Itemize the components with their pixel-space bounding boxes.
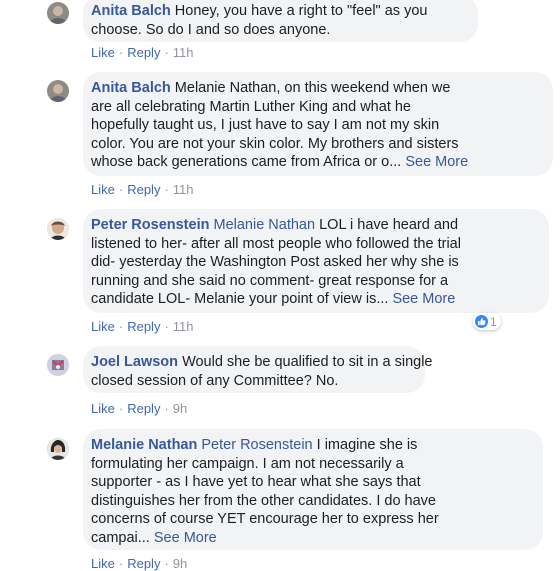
- reaction-count: 1: [490, 314, 497, 329]
- avatar[interactable]: [47, 438, 69, 460]
- avatar[interactable]: [47, 218, 69, 240]
- reply-link[interactable]: Reply: [127, 182, 160, 197]
- comment-line: distinguishes her from the other candida…: [91, 492, 436, 509]
- comment-line: campai... See More: [91, 529, 531, 548]
- comment-line: Anita Balch Honey, you have a right to "…: [91, 2, 466, 21]
- reply-link[interactable]: Reply: [127, 556, 160, 571]
- thumbs-up-icon: [475, 315, 488, 328]
- comment-line: did- yesterday the Washington Post asked…: [91, 254, 459, 270]
- see-more-link[interactable]: See More: [154, 530, 217, 546]
- comment-line: formulating her campaign. I am not neces…: [91, 455, 404, 472]
- comment-line: choose. So do I and so does anyone.: [91, 21, 331, 38]
- comment-bubble: Melanie Nathan Peter Rosenstein I imagin…: [83, 429, 543, 550]
- comment-line: whose back generations came from Africa …: [91, 153, 541, 172]
- avatar[interactable]: [47, 80, 69, 102]
- comment-line: Joel Lawson Would she be qualified to si…: [91, 353, 432, 372]
- comment-line: are all celebrating Martin Luther King a…: [91, 98, 411, 115]
- like-link[interactable]: Like: [91, 45, 115, 60]
- comment-line: Melanie Nathan Peter Rosenstein I imagin…: [91, 436, 531, 455]
- reply-link[interactable]: Reply: [127, 45, 160, 60]
- comment-line: listened to her- after all most people w…: [91, 235, 461, 252]
- comment-text: I imagine she is: [316, 437, 418, 453]
- comment-time[interactable]: 9h: [173, 556, 187, 571]
- comment-time[interactable]: 9h: [173, 401, 187, 416]
- like-link[interactable]: Like: [91, 319, 115, 334]
- comment-author[interactable]: Peter Rosenstein: [91, 217, 209, 233]
- avatar[interactable]: [47, 354, 69, 376]
- comment-text: campai...: [91, 529, 150, 546]
- comment-text: LOL i have heard and: [319, 217, 459, 233]
- mention-tag[interactable]: Peter Rosenstein: [201, 437, 312, 453]
- comment-line: closed session of any Committee? No.: [91, 372, 339, 389]
- comment-line: concerns of course YET encourage her to …: [91, 511, 439, 527]
- comment-text: whose back generations came from Africa …: [91, 154, 402, 170]
- comment-text: Would she be qualified to sit in a singl…: [182, 354, 433, 370]
- reply-link[interactable]: Reply: [127, 319, 160, 334]
- mention-tag[interactable]: Melanie Nathan: [214, 217, 316, 233]
- comment-text: candidate LOL- Melanie your point of vie…: [91, 291, 389, 307]
- reaction-badge[interactable]: 1: [473, 313, 501, 330]
- comment-author[interactable]: Anita Balch: [91, 3, 171, 19]
- comment-text: Honey, you have a right to "feel" as you: [174, 3, 428, 19]
- avatar[interactable]: [47, 2, 69, 24]
- like-link[interactable]: Like: [91, 401, 115, 416]
- like-link[interactable]: Like: [91, 182, 115, 197]
- comment-actions: Like · Reply · 11h: [91, 45, 194, 60]
- comment-author[interactable]: Anita Balch: [91, 80, 171, 96]
- comment-line: supporter - as I have yet to hear what s…: [91, 474, 421, 490]
- comment-time[interactable]: 11h: [173, 45, 194, 60]
- comment-bubble: Peter Rosenstein Melanie Nathan LOL i ha…: [83, 209, 549, 313]
- comment-time[interactable]: 11h: [173, 319, 194, 334]
- comment-actions: Like · Reply · 9h: [91, 401, 188, 416]
- see-more-link[interactable]: See More: [405, 154, 468, 170]
- comment-line: hopefully taught us, I just have to say …: [91, 117, 440, 133]
- comment-bubble: Anita Balch Honey, you have a right to "…: [83, 0, 478, 42]
- comment-bubble: Anita Balch Melanie Nathan, on this week…: [83, 72, 553, 176]
- comment-text: Melanie Nathan, on this weekend when we: [174, 80, 451, 96]
- comment-actions: Like · Reply · 9h: [91, 556, 188, 571]
- reply-link[interactable]: Reply: [127, 401, 160, 416]
- comment-author[interactable]: Melanie Nathan: [91, 437, 197, 453]
- like-link[interactable]: Like: [91, 556, 115, 571]
- comment-actions: Like · Reply · 11h: [91, 319, 194, 334]
- comment-line: running and she said no comment- great r…: [91, 272, 449, 289]
- comment-time[interactable]: 11h: [173, 182, 194, 197]
- comment-bubble: Joel Lawson Would she be qualified to si…: [83, 346, 432, 393]
- comment-line: Anita Balch Melanie Nathan, on this week…: [91, 79, 541, 98]
- comment-actions: Like · Reply · 11h: [91, 182, 194, 197]
- comment-author[interactable]: Joel Lawson: [91, 354, 178, 370]
- comment-line: Peter Rosenstein Melanie Nathan LOL i ha…: [91, 216, 537, 235]
- comment-line: candidate LOL- Melanie your point of vie…: [91, 290, 537, 309]
- comment-line: color. You are not your skin color. My b…: [91, 135, 459, 152]
- see-more-link[interactable]: See More: [392, 291, 455, 307]
